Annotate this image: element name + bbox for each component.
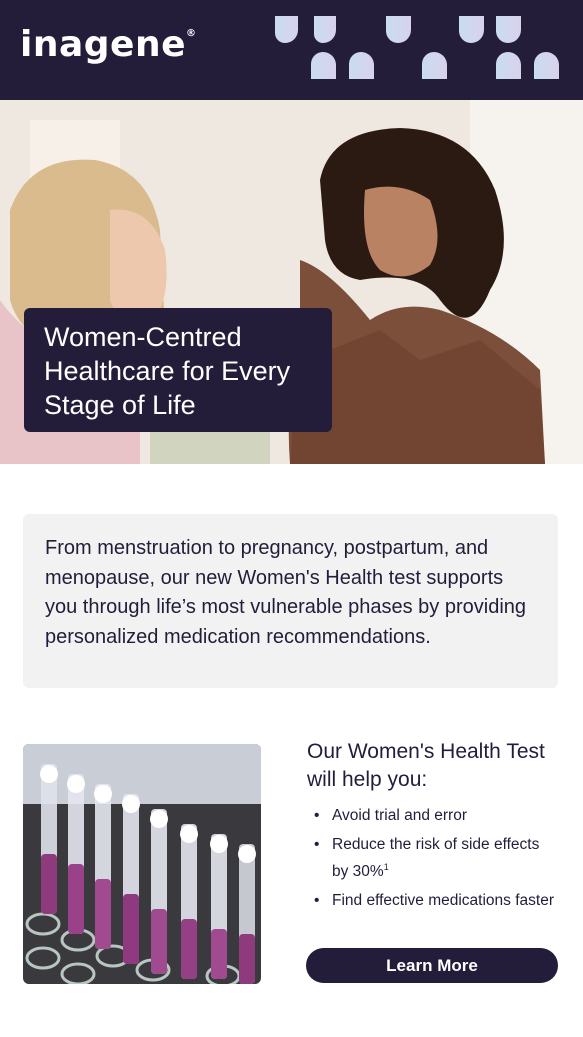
benefit-list: • Avoid trial and error • Reduce the ris… <box>307 804 557 918</box>
benefit-item: • Find effective medications faster <box>307 889 557 912</box>
benefit-text: Avoid trial and error <box>332 807 467 824</box>
header-bar: inagene® <box>0 0 583 100</box>
test-tubes-photo <box>23 744 261 984</box>
bullet-icon: • <box>314 807 320 824</box>
benefit-text: Reduce the risk of side effects by 30% <box>332 836 540 881</box>
benefit-text: Find effective medications faster <box>332 892 554 910</box>
benefits-title: Our Women's Health Test will help you: <box>307 740 545 791</box>
benefit-item: • Avoid trial and error <box>307 804 557 827</box>
hero-section: Women-Centred Healthcare for Every Stage… <box>0 100 583 464</box>
droplet-pattern-icon <box>275 16 559 79</box>
hero-title: Women-Centred Healthcare for Every Stage… <box>24 308 332 432</box>
test-tubes-image <box>23 744 261 984</box>
bullet-icon: • <box>314 836 320 853</box>
footnote-marker: 1 <box>383 862 389 872</box>
bullet-icon: • <box>314 892 320 910</box>
benefit-item: • Reduce the risk of side effects by 30%… <box>307 833 557 883</box>
intro-text: From menstruation to pregnancy, postpart… <box>23 514 558 688</box>
learn-more-button[interactable]: Learn More <box>306 948 558 983</box>
